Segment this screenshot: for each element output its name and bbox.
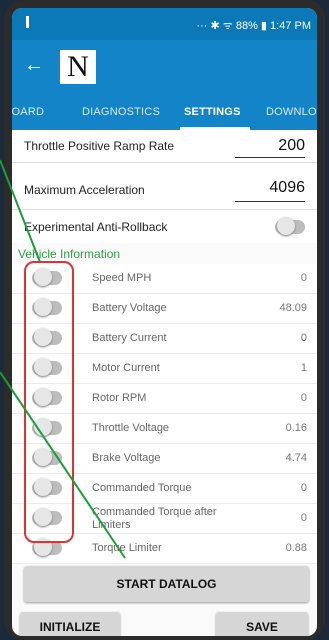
annotation-arrows bbox=[0, 159, 126, 559]
annotation-arrow-lower bbox=[0, 371, 126, 559]
annotation-arrow-upper bbox=[0, 159, 41, 263]
